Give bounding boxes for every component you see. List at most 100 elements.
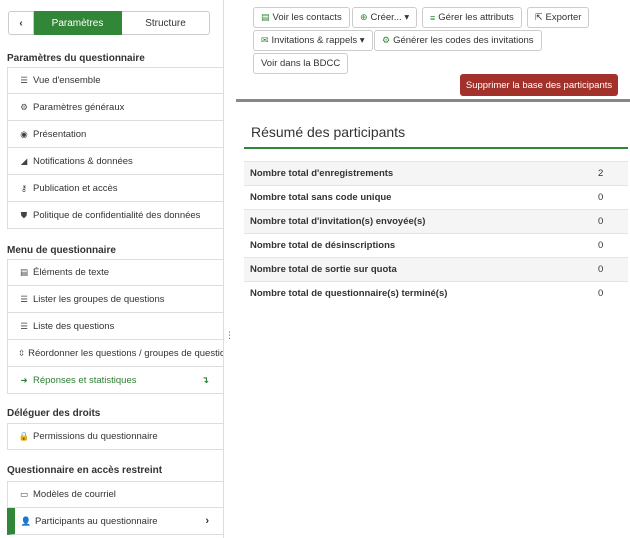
section-title-menu: Menu de questionnaire bbox=[7, 245, 116, 256]
section-title-parametres: Paramètres du questionnaire bbox=[7, 53, 145, 64]
chevron-right-icon: › bbox=[205, 515, 209, 527]
list-icon: ☰ bbox=[20, 293, 28, 304]
sidebar-item-privacy-policy[interactable]: ⛊ Politique de confidentialité des donnée… bbox=[7, 202, 224, 229]
list-icon: ☰ bbox=[20, 320, 28, 331]
menu-group-parametres: ☰ Vue d'ensemble ⚙ Paramètres généraux ◉ Pr… bbox=[7, 67, 224, 229]
sidebar-item-overview[interactable]: ☰ Vue d'ensemble bbox=[7, 67, 224, 94]
sidebar-item-permissions[interactable]: 🔒 Permissions du questionnaire bbox=[7, 423, 224, 450]
summary-title: Résumé des participants bbox=[251, 124, 406, 140]
divider bbox=[236, 99, 630, 102]
sidebar-item-label: Paramètres généraux bbox=[33, 101, 125, 113]
table-row: Nombre total de sortie sur quota 0 bbox=[244, 257, 628, 281]
sidebar-item-publication[interactable]: ⚷ Publication et accès bbox=[7, 175, 224, 202]
menu-group-restricted: ▭ Modèles de courriel 👤 Participants au qu… bbox=[7, 481, 224, 535]
key-icon: ⚷ bbox=[20, 182, 28, 193]
lock-icon: 🔒 bbox=[18, 431, 30, 441]
stat-label: Nombre total d'invitation(s) envoyée(s) bbox=[250, 216, 426, 227]
reorder-icon: ⇳ bbox=[18, 347, 26, 358]
table-row: Nombre total d'invitation(s) envoyée(s) 0 bbox=[244, 209, 628, 233]
sidebar-item-questions[interactable]: ☰ Liste des questions bbox=[7, 313, 224, 340]
stat-value: 0 bbox=[598, 240, 604, 251]
stat-label: Nombre total de sortie sur quota bbox=[250, 264, 397, 275]
stat-value: 2 bbox=[598, 168, 604, 179]
expand-icon[interactable]: ↴ bbox=[201, 375, 209, 386]
create-dropdown-button[interactable]: ⊕ Créer... ▾ bbox=[352, 7, 418, 28]
sidebar-item-label: Notifications & données bbox=[33, 155, 133, 167]
tab-parametres[interactable]: Paramètres bbox=[34, 11, 122, 35]
arrow-right-icon: ➜ bbox=[20, 374, 28, 385]
generate-codes-button[interactable]: ⚙ Générer les codes des invitations bbox=[374, 30, 542, 51]
sidebar-item-label: Modèles de courriel bbox=[33, 489, 116, 500]
sidebar-item-label: Présentation bbox=[33, 128, 87, 140]
section-title-delegate: Déléguer des droits bbox=[7, 408, 101, 419]
address-card-icon: ▤ bbox=[261, 12, 270, 22]
sidebar-item-label: Publication et accès bbox=[33, 182, 118, 194]
stat-label: Nombre total d'enregistrements bbox=[250, 168, 394, 179]
sidebar-item-label: Liste des questions bbox=[33, 320, 115, 332]
table-row: Nombre total de désinscriptions 0 bbox=[244, 233, 628, 257]
sidebar-item-label: Réponses et statistiques bbox=[33, 374, 137, 386]
sidebar-item-label: Permissions du questionnaire bbox=[33, 431, 158, 442]
sidebar-item-label: Réordonner les questions / groupes de qu… bbox=[28, 347, 224, 359]
view-contacts-button[interactable]: ▤ Voir les contacts bbox=[253, 7, 350, 28]
sidebar-item-presentation[interactable]: ◉ Présentation bbox=[7, 121, 224, 148]
sidebar-item-reorder[interactable]: ⇳ Réordonner les questions / groupes de q… bbox=[7, 340, 224, 367]
collapse-sidebar-button[interactable]: ‹ bbox=[8, 11, 34, 35]
section-title-restricted: Questionnaire en accès restreint bbox=[7, 465, 163, 476]
menu-group-delegate: 🔒 Permissions du questionnaire bbox=[7, 423, 224, 450]
stat-value: 0 bbox=[598, 192, 604, 203]
export-label: Exporter bbox=[545, 12, 582, 23]
envelope-icon: ▭ bbox=[19, 489, 29, 499]
view-bdcc-button[interactable]: Voir dans la BDCC bbox=[253, 53, 349, 74]
menu-group-questionnaire: ▤ Éléments de texte ☰ Lister les groupes d… bbox=[7, 259, 224, 394]
generate-codes-label: Générer les codes des invitations bbox=[393, 35, 534, 46]
eye-slash-icon: ◉ bbox=[20, 128, 28, 139]
gear-icon: ⚙ bbox=[382, 35, 391, 45]
invitations-dropdown-button[interactable]: ✉ Invitations & rappels ▾ bbox=[253, 30, 373, 51]
sidebar-resize-handle[interactable]: ⋮ bbox=[225, 330, 234, 340]
delete-participants-db-button[interactable]: Supprimer la base des participants bbox=[460, 74, 618, 96]
summary-table: Nombre total d'enregistrements 2 Nombre t… bbox=[244, 161, 628, 305]
view-bdcc-label: Voir dans la BDCC bbox=[261, 58, 341, 69]
manage-attributes-label: Gérer les attributs bbox=[438, 12, 514, 23]
create-label: Créer... ▾ bbox=[370, 12, 410, 23]
summary-divider bbox=[244, 147, 628, 149]
sidebar-item-text-elements[interactable]: ▤ Éléments de texte bbox=[7, 259, 224, 286]
sidebar-item-email-templates[interactable]: ▭ Modèles de courriel bbox=[7, 481, 224, 508]
table-row: Nombre total sans code unique 0 bbox=[244, 185, 628, 209]
rss-icon: ◢ bbox=[20, 155, 28, 166]
stat-value: 0 bbox=[598, 288, 604, 299]
stat-label: Nombre total de désinscriptions bbox=[250, 240, 396, 251]
sidebar-item-label: Participants au questionnaire bbox=[35, 515, 158, 527]
manage-attributes-button[interactable]: ≡ Gérer les attributs bbox=[422, 7, 522, 28]
export-icon: ⇱ bbox=[535, 12, 543, 22]
stat-value: 0 bbox=[598, 216, 604, 227]
stat-label: Nombre total de questionnaire(s) terminé… bbox=[250, 288, 448, 299]
tab-structure[interactable]: Structure bbox=[122, 11, 210, 35]
sidebar-item-participants[interactable]: 👤 Participants au questionnaire › bbox=[7, 508, 224, 535]
envelope-icon: ✉ bbox=[261, 35, 269, 45]
export-button[interactable]: ⇱ Exporter bbox=[527, 7, 590, 28]
view-contacts-label: Voir les contacts bbox=[272, 12, 342, 23]
shield-icon: ⛊ bbox=[20, 209, 28, 220]
sidebar-tab-switch: ‹ Paramètres Structure bbox=[8, 11, 210, 35]
stat-value: 0 bbox=[598, 264, 604, 275]
sidebar-item-notifications[interactable]: ◢ Notifications & données bbox=[7, 148, 224, 175]
attributes-icon: ≡ bbox=[430, 12, 436, 23]
sidebar-item-label: Lister les groupes de questions bbox=[33, 293, 165, 305]
sidebar-item-label: Politique de confidentialité des données bbox=[33, 209, 201, 221]
plus-circle-icon: ⊕ bbox=[360, 12, 368, 22]
sidebar: ‹ Paramètres Structure Paramètres du que… bbox=[0, 0, 224, 538]
sidebar-item-general-settings[interactable]: ⚙ Paramètres généraux bbox=[7, 94, 224, 121]
table-row: Nombre total d'enregistrements 2 bbox=[244, 161, 628, 185]
sidebar-item-label: Éléments de texte bbox=[33, 267, 110, 278]
stat-label: Nombre total sans code unique bbox=[250, 192, 392, 203]
sidebar-item-responses[interactable]: ➜ Réponses et statistiques ↴ bbox=[7, 367, 224, 394]
sidebar-item-label: Vue d'ensemble bbox=[33, 75, 101, 86]
user-icon: 👤 bbox=[20, 515, 32, 526]
table-row: Nombre total de questionnaire(s) terminé… bbox=[244, 281, 628, 305]
list-icon: ☰ bbox=[20, 75, 28, 85]
sidebar-item-question-groups[interactable]: ☰ Lister les groupes de questions bbox=[7, 286, 224, 313]
file-text-icon: ▤ bbox=[19, 267, 29, 277]
cogs-icon: ⚙ bbox=[20, 101, 28, 112]
